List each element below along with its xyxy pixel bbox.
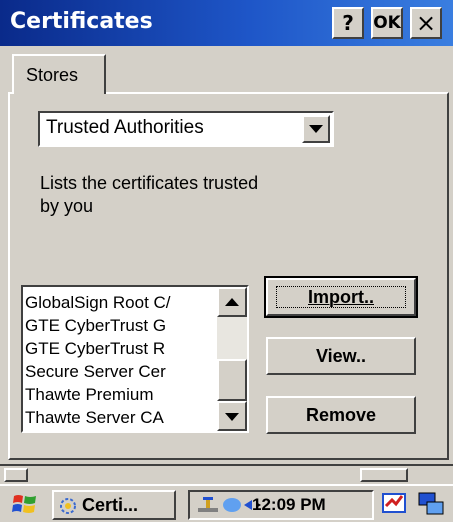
store-select-dropdown-button[interactable]	[302, 115, 330, 143]
scroll-left-button[interactable]	[4, 468, 28, 482]
desktop-switch-icon[interactable]	[416, 490, 446, 518]
certificate-list[interactable]: GlobalSign Root C/ GTE CyberTrust G GTE …	[21, 285, 249, 433]
system-tray: 12:09 PM	[188, 490, 374, 520]
clock[interactable]: 12:09 PM	[252, 495, 326, 515]
import-button[interactable]: Import..	[264, 276, 418, 318]
scroll-thumb[interactable]	[217, 359, 247, 401]
chevron-down-icon	[309, 125, 323, 133]
store-description: Lists the certificates trusted by you	[40, 173, 259, 216]
view-button[interactable]: View..	[266, 337, 416, 375]
list-item[interactable]: GTE CyberTrust R	[25, 337, 217, 360]
taskbar-task-label: Certi...	[82, 495, 139, 515]
taskbar: Certi... 12:09 PM	[0, 484, 453, 522]
list-item[interactable]: GTE CyberTrust G	[25, 314, 217, 337]
scroll-down-button[interactable]	[217, 401, 247, 431]
certificate-items: GlobalSign Root C/ GTE CyberTrust G GTE …	[25, 291, 217, 429]
help-button[interactable]: ?	[332, 7, 364, 39]
list-scrollbar[interactable]	[217, 287, 247, 431]
horizontal-scrollbar[interactable]	[0, 464, 453, 486]
remove-button[interactable]: Remove	[266, 396, 416, 434]
ok-button[interactable]: OK	[371, 7, 403, 39]
remove-button-label: Remove	[305, 405, 377, 425]
scroll-up-button[interactable]	[217, 287, 247, 317]
network-icon[interactable]	[196, 495, 220, 515]
tab-stores[interactable]: Stores	[12, 54, 106, 94]
list-item[interactable]: Thawte Server CA	[25, 406, 217, 429]
title-bar: Certificates ? OK ×	[0, 0, 453, 46]
start-icon[interactable]	[10, 492, 40, 518]
arrow-up-icon	[225, 298, 239, 306]
close-button[interactable]: ×	[410, 7, 442, 39]
taskbar-certificates-button[interactable]: Certi...	[52, 490, 176, 520]
certificate-app-icon	[58, 496, 78, 514]
arrow-down-icon	[225, 413, 239, 421]
view-button-label: View..	[315, 346, 367, 366]
list-item[interactable]: Thawte Premium	[25, 383, 217, 406]
window-title: Certificates	[10, 9, 153, 34]
input-panel-icon[interactable]	[380, 490, 410, 518]
list-item[interactable]: GlobalSign Root C/	[25, 291, 217, 314]
certificates-window: Certificates ? OK × Stores Trusted Autho…	[0, 0, 453, 522]
store-select-value: Trusted Authorities	[46, 117, 204, 138]
horizontal-scroll-thumb[interactable]	[360, 468, 408, 482]
focus-rectangle	[276, 286, 406, 308]
store-select[interactable]: Trusted Authorities	[38, 111, 334, 147]
list-item[interactable]: Secure Server Cer	[25, 360, 217, 383]
